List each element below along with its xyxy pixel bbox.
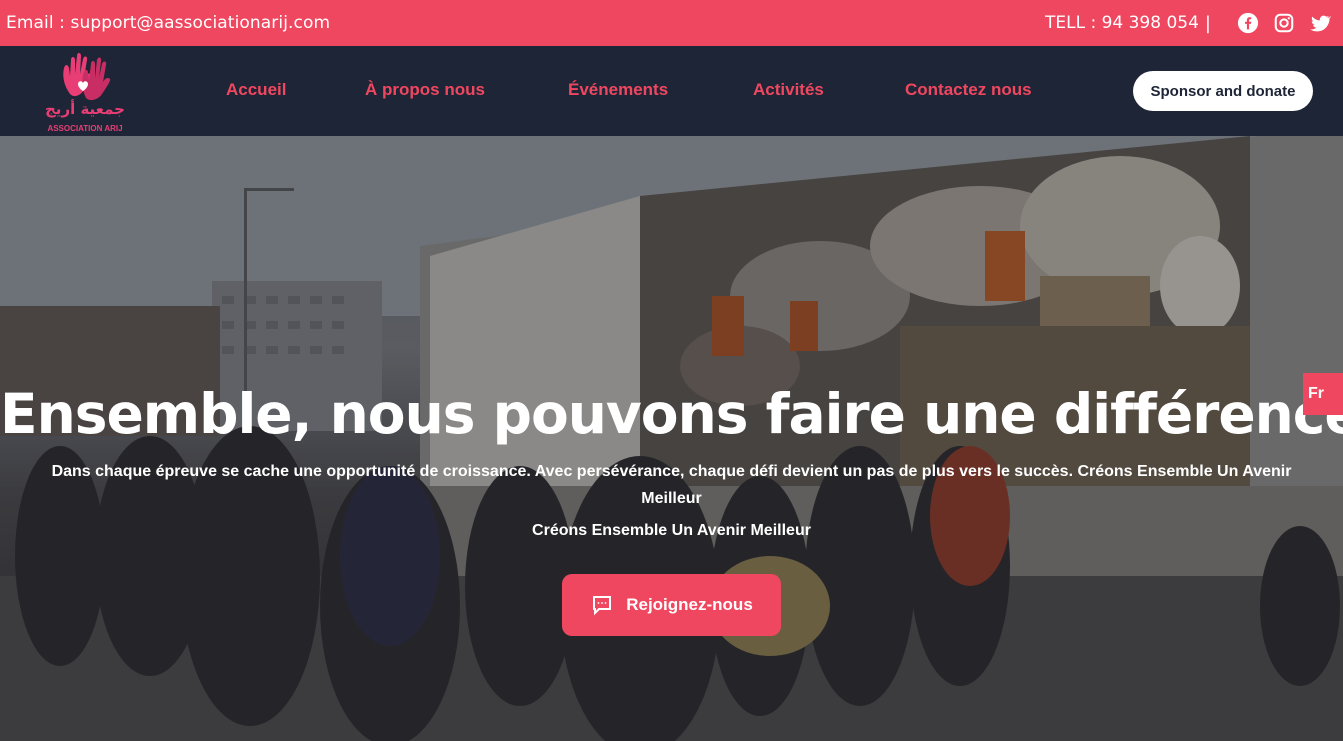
- language-switcher[interactable]: Fr: [1303, 373, 1343, 415]
- main-navbar: جمعية أريج ASSOCIATION ARIJ Accueil À pr…: [0, 46, 1343, 136]
- contact-phone[interactable]: TELL : 94 398 054: [1045, 13, 1199, 33]
- join-us-label: Rejoignez-nous: [626, 595, 753, 614]
- nav-item-activites[interactable]: Activités: [753, 80, 824, 100]
- hero-section: Ensemble, nous pouvons faire une différe…: [0, 136, 1343, 741]
- twitter-icon[interactable]: [1309, 12, 1331, 34]
- top-separator: |: [1204, 12, 1211, 34]
- hero-tagline: Créons Ensemble Un Avenir Meilleur: [532, 522, 811, 539]
- contact-email[interactable]: Email : support@aassociationarij.com: [6, 13, 330, 33]
- nav-item-evenements[interactable]: Événements: [568, 80, 668, 100]
- nav-item-contact[interactable]: Contactez nous: [905, 80, 1032, 100]
- facebook-icon[interactable]: [1237, 12, 1259, 34]
- sponsor-donate-button[interactable]: Sponsor and donate: [1133, 71, 1313, 111]
- hero-title: Ensemble, nous pouvons faire une différe…: [0, 382, 1343, 446]
- nav-item-a-propos[interactable]: À propos nous: [365, 80, 485, 100]
- instagram-icon[interactable]: [1273, 12, 1295, 34]
- nav-item-accueil[interactable]: Accueil: [226, 80, 286, 100]
- top-contact-bar: Email : support@aassociationarij.com TEL…: [0, 0, 1343, 46]
- top-right-group: TELL : 94 398 054 |: [1045, 12, 1331, 34]
- join-us-button[interactable]: Rejoignez-nous: [562, 574, 781, 636]
- hero-subtitle: Dans chaque épreuve se cache une opportu…: [51, 463, 1292, 507]
- chat-icon: [593, 596, 612, 616]
- nav-menu: Accueil À propos nous Événements Activit…: [0, 46, 1100, 136]
